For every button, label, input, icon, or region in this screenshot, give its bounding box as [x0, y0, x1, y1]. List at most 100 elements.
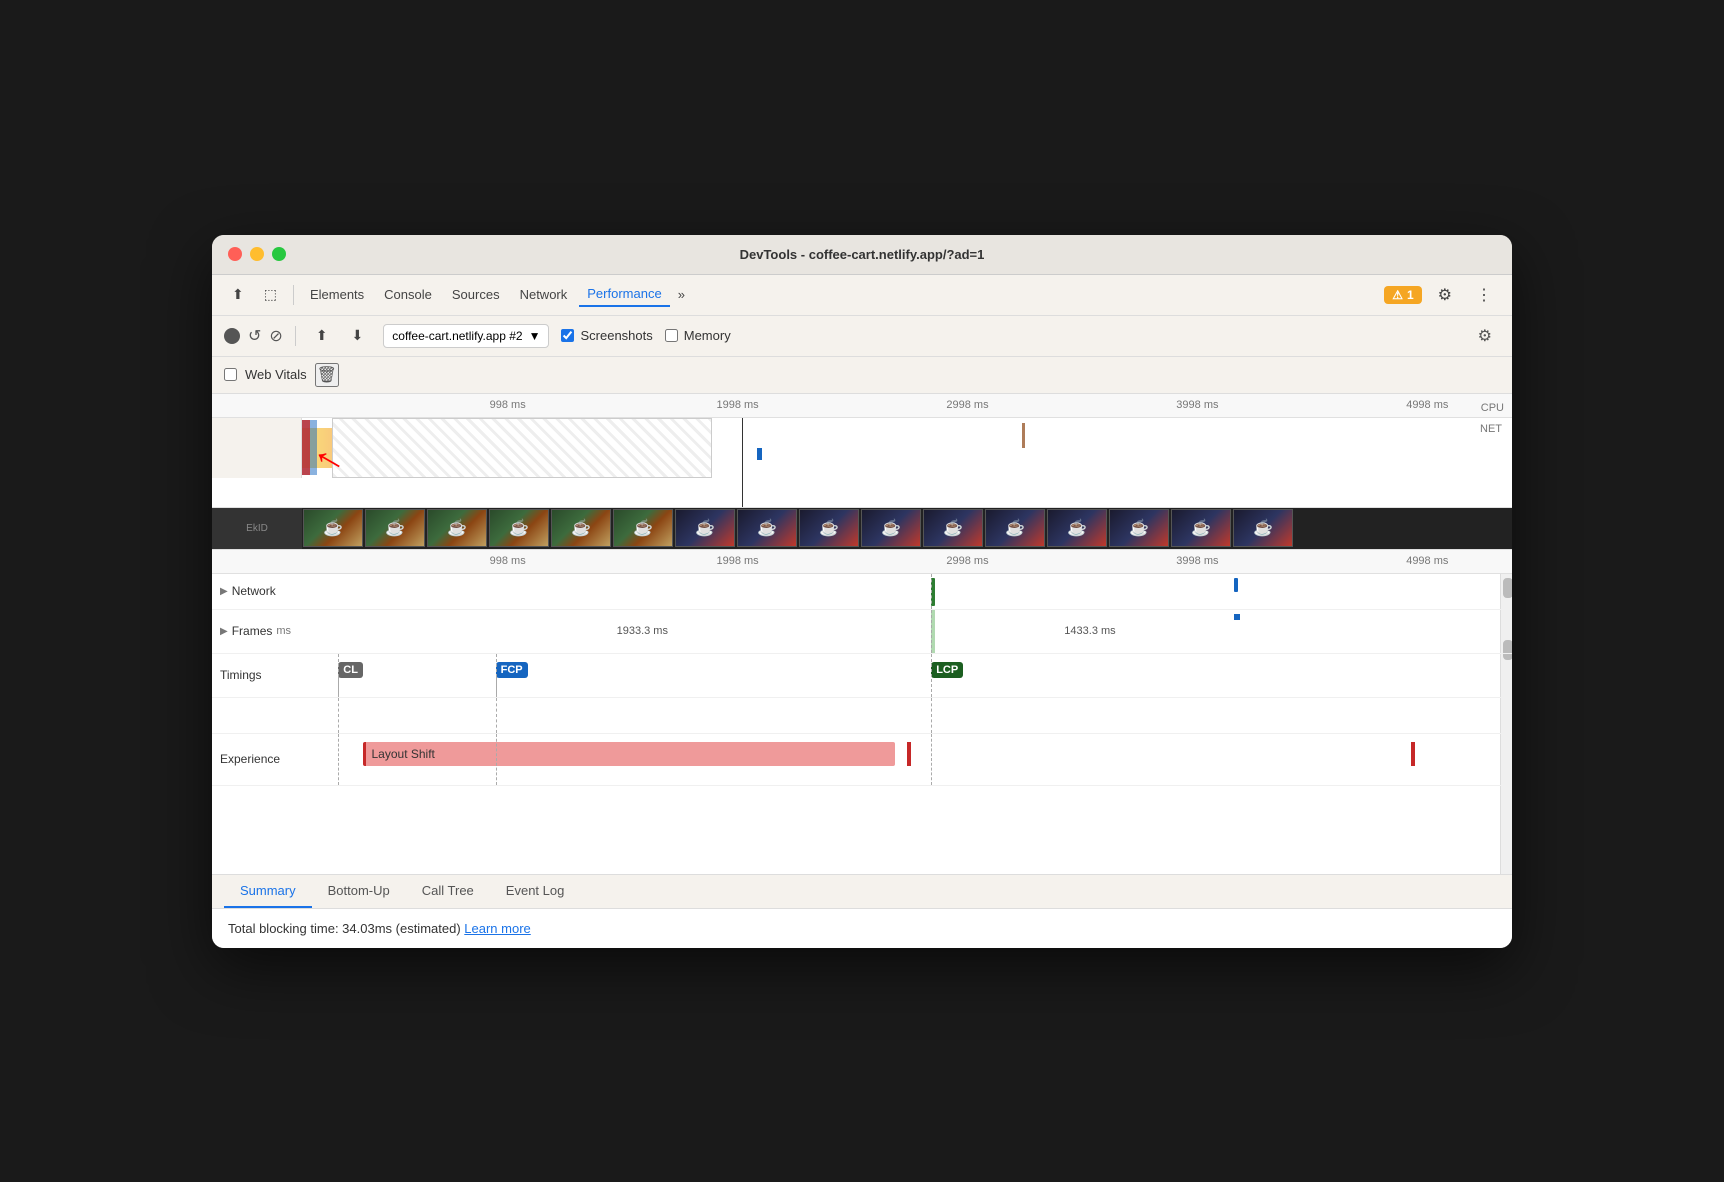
frames-label: ▶ Frames ms [212, 624, 302, 638]
ruler-2998: 2998 ms [946, 399, 988, 411]
cls-marker: CL [338, 662, 363, 678]
network-label-text: Network [232, 584, 276, 598]
tab-sources[interactable]: Sources [444, 283, 508, 306]
screenshot-thumb-dark[interactable] [799, 509, 859, 547]
empty-dashed3 [931, 698, 932, 733]
screenshots-strip: EkID [212, 508, 1512, 550]
timings-track-content: CL FCP LCP [302, 654, 1512, 697]
devtools-window: DevTools - coffee-cart.netlify.app/?ad=1… [212, 235, 1512, 948]
main-toolbar: ⬆ ⬚ Elements Console Sources Network Per… [212, 275, 1512, 316]
separator2 [295, 326, 296, 346]
ruler-998: 998 ms [490, 399, 526, 411]
url-text: coffee-cart.netlify.app #2 [392, 329, 522, 343]
upload-icon[interactable]: ⬆ [308, 323, 336, 348]
window-title: DevTools - coffee-cart.netlify.app/?ad=1 [740, 247, 985, 262]
network-track: ▶ Network [212, 574, 1512, 610]
fcp-tick [496, 677, 497, 697]
lcp-marker: LCP [931, 662, 963, 678]
exp-dashed3 [931, 734, 932, 785]
web-vitals-checkbox[interactable] [224, 368, 237, 381]
top-ruler: 998 ms 1998 ms 2998 ms 3998 ms 4998 ms C… [212, 394, 1512, 418]
record-button[interactable] [224, 328, 240, 344]
screenshot-thumb[interactable] [365, 509, 425, 547]
trash-icon[interactable]: 🗑 [315, 363, 339, 387]
performance-settings-icon[interactable]: ⚙ [1470, 322, 1500, 350]
frames-track-content: 1933.3 ms 1433.3 ms [302, 610, 1512, 653]
layout-shift-accent [1411, 742, 1415, 766]
lcp-dashed-line [931, 654, 932, 697]
web-vitals-bar: Web Vitals 🗑 [212, 357, 1512, 394]
frames-dashed-line [931, 610, 932, 653]
screenshot-thumb[interactable] [613, 509, 673, 547]
screenshot-thumb-dark[interactable] [861, 509, 921, 547]
cursor-icon[interactable]: ⬆ [224, 282, 252, 307]
exp-dashed2 [496, 734, 497, 785]
hatched-region [332, 418, 712, 478]
ruler-marks-2: 998 ms 1998 ms 2998 ms 3998 ms 4998 ms [302, 550, 1512, 573]
screenshot-thumb-dark[interactable] [985, 509, 1045, 547]
empty-track [212, 698, 1512, 734]
experience-label-text: Experience [220, 752, 280, 766]
tab-elements[interactable]: Elements [302, 283, 372, 306]
cls-tag: CL [338, 662, 363, 678]
tab-performance[interactable]: Performance [579, 282, 669, 307]
exp-dashed1 [338, 734, 339, 785]
tab-console[interactable]: Console [376, 283, 440, 306]
screenshot-thumb-dark[interactable] [675, 509, 735, 547]
memory-checkbox[interactable] [665, 329, 678, 342]
dropdown-arrow-icon: ▼ [529, 329, 541, 343]
net-label: NET [1480, 423, 1502, 435]
fcp-tag: FCP [496, 662, 528, 678]
timings-label-text: Timings [220, 668, 262, 682]
timings-label: Timings [212, 668, 302, 682]
bottom-ruler: 998 ms 1998 ms 2998 ms 3998 ms 4998 ms [212, 550, 1512, 574]
close-button[interactable] [228, 247, 242, 261]
frames-ms-unit: ms [276, 625, 291, 637]
network-track-content [302, 574, 1512, 609]
tab-event-log[interactable]: Event Log [490, 875, 581, 908]
more-tabs-icon[interactable]: » [674, 283, 689, 306]
network-bar2 [1234, 578, 1238, 592]
screenshot-thumb[interactable] [551, 509, 611, 547]
separator [293, 285, 294, 305]
tab-call-tree[interactable]: Call Tree [406, 875, 490, 908]
tab-network[interactable]: Network [512, 283, 576, 306]
screenshot-thumb-dark[interactable] [1047, 509, 1107, 547]
url-selector[interactable]: coffee-cart.netlify.app #2 ▼ [383, 324, 549, 348]
maximize-button[interactable] [272, 247, 286, 261]
screenshot-thumb[interactable] [427, 509, 487, 547]
screenshot-thumb-dark[interactable] [737, 509, 797, 547]
experience-track-content: Layout Shift [302, 734, 1512, 785]
download-icon[interactable]: ⬇ [344, 323, 372, 348]
minimize-button[interactable] [250, 247, 264, 261]
tab-summary[interactable]: Summary [224, 875, 312, 908]
frames-expand-icon[interactable]: ▶ [220, 626, 228, 637]
network-expand-icon[interactable]: ▶ [220, 586, 228, 597]
screenshots-checkbox[interactable] [561, 329, 574, 342]
window-controls [228, 247, 286, 261]
lcp-tag: LCP [931, 662, 963, 678]
more-options-icon[interactable]: ⋮ [1468, 281, 1500, 309]
layout-shift-text: Layout Shift [372, 747, 435, 761]
screenshot-thumb-dark[interactable] [1171, 509, 1231, 547]
empty-dashed2 [496, 698, 497, 733]
settings-icon[interactable]: ⚙ [1430, 281, 1460, 309]
inspect-icon[interactable]: ⬚ [256, 282, 285, 307]
screenshot-thumb-dark[interactable] [1109, 509, 1169, 547]
screenshot-thumb[interactable] [303, 509, 363, 547]
timeline-container: 998 ms 1998 ms 2998 ms 3998 ms 4998 ms C… [212, 394, 1512, 874]
ruler2-1998: 1998 ms [716, 555, 758, 567]
experience-track: Experience Layout Shift [212, 734, 1512, 786]
layout-shift-bar: Layout Shift [363, 742, 895, 766]
empty-dashed1 [338, 698, 339, 733]
timeline-marker-line [742, 418, 743, 507]
clear-button[interactable]: ⊘ [269, 326, 282, 346]
screenshot-thumb-dark[interactable] [923, 509, 983, 547]
learn-more-link[interactable]: Learn more [464, 921, 530, 936]
record-bar: ↺ ⊘ ⬆ ⬇ coffee-cart.netlify.app #2 ▼ Scr… [212, 316, 1512, 357]
screenshot-thumb-dark[interactable] [1233, 509, 1293, 547]
tab-bottom-up[interactable]: Bottom-Up [312, 875, 406, 908]
reload-button[interactable]: ↺ [248, 326, 261, 346]
screenshot-thumb[interactable] [489, 509, 549, 547]
memory-label: Memory [684, 328, 731, 343]
